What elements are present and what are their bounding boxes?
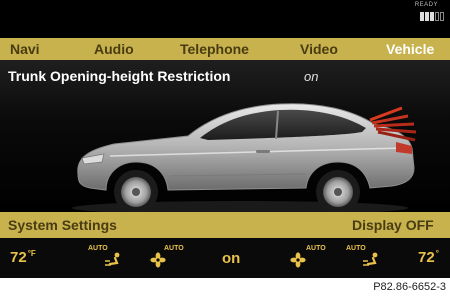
- right-fan-auto-label: AUTO: [306, 245, 326, 252]
- display-off-button[interactable]: Display OFF: [352, 212, 434, 238]
- settings-bar: System Settings Display OFF: [0, 212, 450, 238]
- menu-item-telephone[interactable]: Telephone: [180, 38, 249, 60]
- menu-item-video[interactable]: Video: [300, 38, 338, 60]
- display-screen: READY Navi Audio Telephone Video Vehicle…: [0, 0, 450, 278]
- ready-label: READY: [414, 2, 438, 8]
- left-fan-auto-label: AUTO: [164, 245, 184, 252]
- signal-strength-icon: [420, 12, 444, 21]
- left-airflow-auto-label: AUTO: [88, 245, 108, 252]
- menu-item-vehicle[interactable]: Vehicle: [386, 38, 434, 60]
- climate-on-status[interactable]: on: [222, 250, 240, 267]
- right-airflow-icon[interactable]: [362, 252, 380, 268]
- image-reference-caption: P82.86-6652-3: [373, 281, 446, 293]
- left-airflow-icon[interactable]: [104, 252, 122, 268]
- page-title: Trunk Opening-height Restriction: [8, 68, 231, 84]
- status-bar: READY: [0, 0, 450, 38]
- climate-bar: 72°F AUTO AUTO on AUTO AUTO 72°: [0, 238, 450, 278]
- setting-status[interactable]: on: [304, 69, 318, 84]
- right-temperature[interactable]: 72°: [418, 249, 439, 266]
- system-settings-button[interactable]: System Settings: [8, 212, 117, 238]
- main-menu-bar: Navi Audio Telephone Video Vehicle: [0, 38, 450, 60]
- menu-item-navi[interactable]: Navi: [10, 38, 40, 60]
- left-fan-icon[interactable]: [150, 252, 166, 268]
- menu-item-audio[interactable]: Audio: [94, 38, 134, 60]
- right-fan-icon[interactable]: [290, 252, 306, 268]
- right-airflow-auto-label: AUTO: [346, 245, 366, 252]
- left-temperature[interactable]: 72°F: [10, 249, 36, 266]
- car-illustration: [72, 103, 417, 215]
- main-content: Trunk Opening-height Restriction on: [0, 60, 450, 215]
